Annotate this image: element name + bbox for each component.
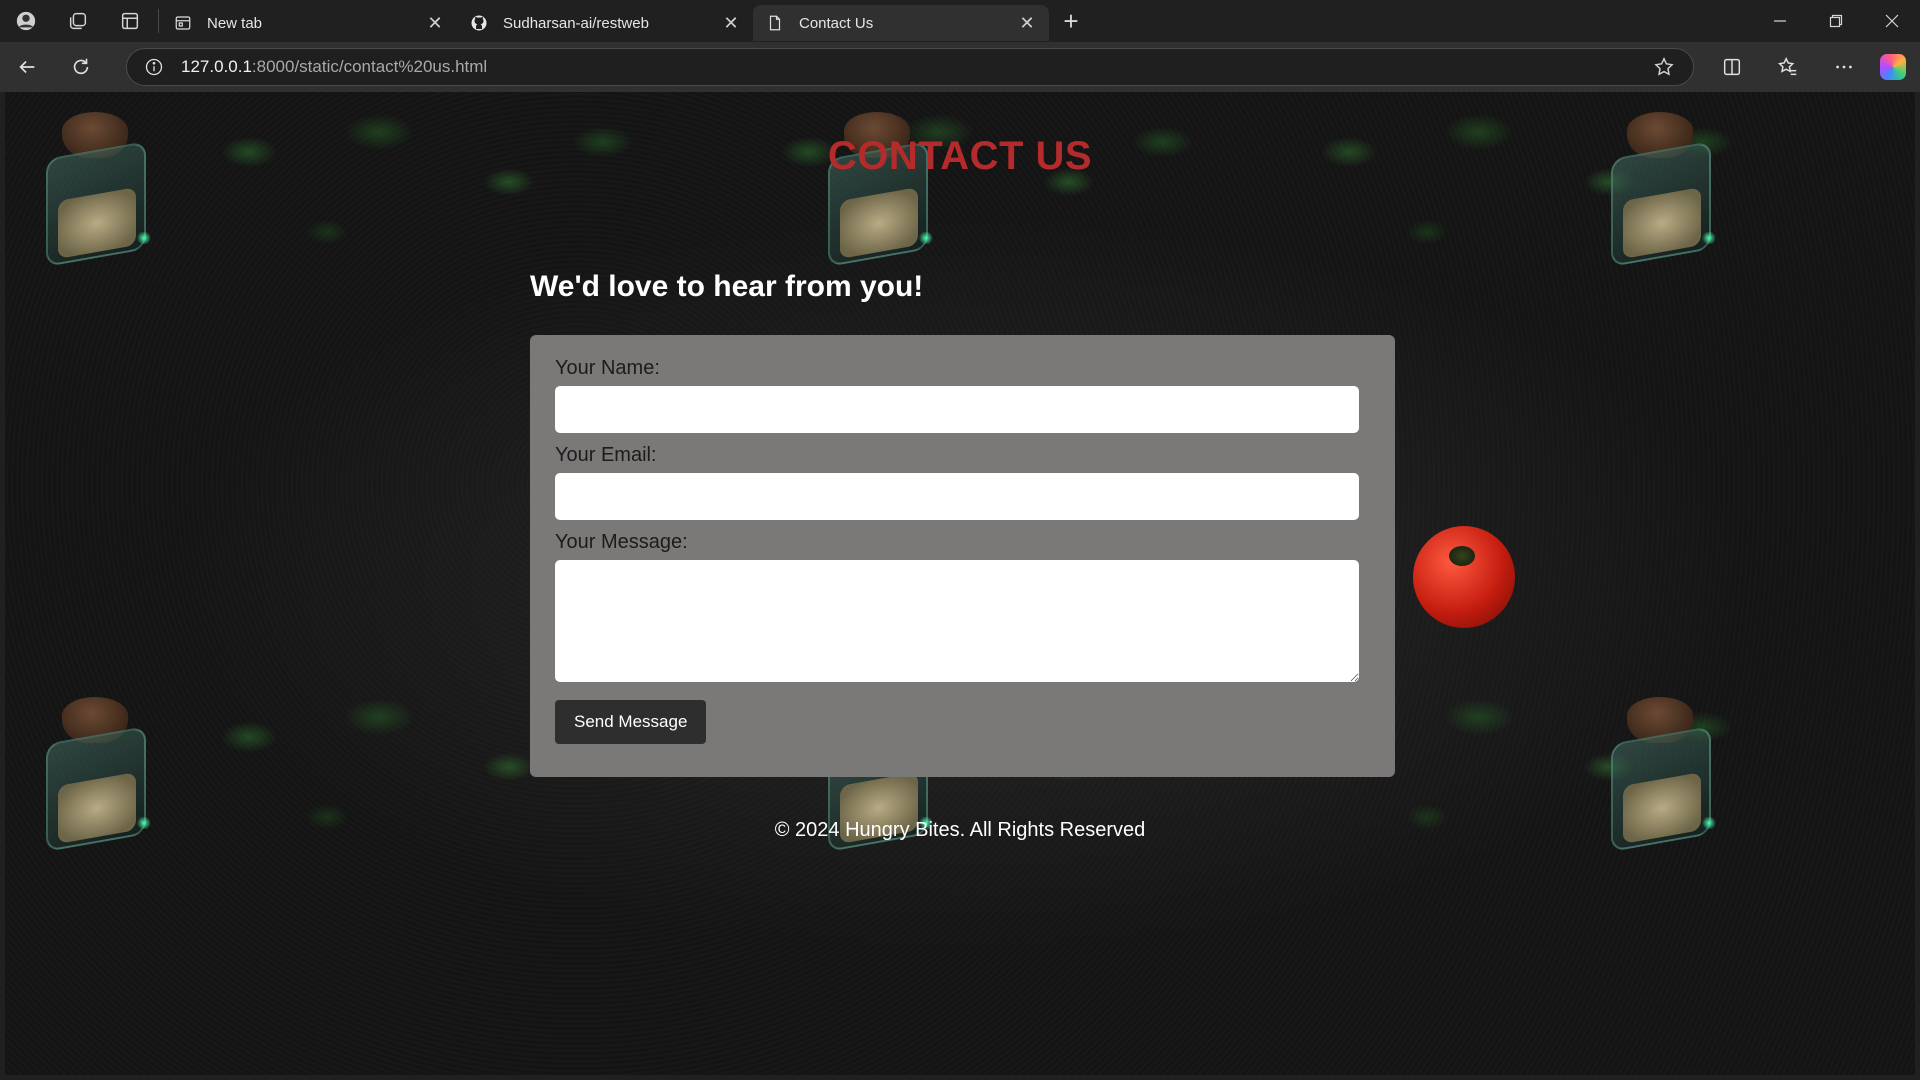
close-tab-icon[interactable]: ✕ xyxy=(721,13,741,33)
github-icon xyxy=(469,13,489,33)
send-message-button[interactable]: Send Message xyxy=(555,700,707,744)
name-field[interactable] xyxy=(555,386,1359,433)
background-leaves xyxy=(145,92,665,292)
name-label: Your Name: xyxy=(555,357,660,379)
tab-title: Sudharsan-ai/restweb xyxy=(503,14,649,32)
split-screen-icon[interactable] xyxy=(1704,42,1760,92)
tab-github-restweb[interactable]: Sudharsan-ai/restweb ✕ xyxy=(457,5,753,41)
contact-form: Your Name: Your Email: Your Message: Sen… xyxy=(530,335,1395,777)
close-tab-icon[interactable]: ✕ xyxy=(1017,13,1037,33)
message-field[interactable] xyxy=(555,560,1359,682)
new-tab-button[interactable]: + xyxy=(1049,0,1093,42)
tab-new-tab[interactable]: New tab ✕ xyxy=(161,5,457,41)
email-field[interactable] xyxy=(555,473,1359,520)
copilot-icon[interactable] xyxy=(1880,54,1906,80)
toolbar-right-group xyxy=(1704,42,1920,92)
url-path: :8000/static/contact%20us.html xyxy=(251,57,488,76)
vertical-tabs-icon[interactable] xyxy=(104,0,156,42)
tab-title: New tab xyxy=(207,14,263,32)
close-tab-icon[interactable]: ✕ xyxy=(425,13,445,33)
tomato-image xyxy=(1413,526,1515,628)
favorite-star-icon[interactable] xyxy=(1653,56,1675,78)
restore-icon[interactable] xyxy=(1808,0,1864,42)
email-label: Your Email: xyxy=(555,444,657,466)
tab-separator xyxy=(158,9,159,33)
back-arrow-icon[interactable] xyxy=(0,42,54,92)
message-label: Your Message: xyxy=(555,531,688,553)
profile-avatar-icon[interactable] xyxy=(0,0,52,42)
background-leaves xyxy=(705,92,1225,292)
close-window-icon[interactable] xyxy=(1864,0,1920,42)
page-subtitle: We'd love to hear from you! xyxy=(530,270,924,303)
workspaces-icon[interactable] xyxy=(52,0,104,42)
page-viewport: CONTACT US We'd love to hear from you! Y… xyxy=(5,92,1915,1075)
address-bar[interactable]: 127.0.0.1:8000/static/contact%20us.html xyxy=(126,48,1694,86)
page-title: CONTACT US xyxy=(827,134,1093,178)
url-host: 127.0.0.1 xyxy=(181,57,252,76)
window-controls xyxy=(1752,0,1920,42)
more-options-icon[interactable] xyxy=(1816,42,1872,92)
newtab-page-icon xyxy=(173,13,193,33)
page-footer: © 2024 Hungry Bites. All Rights Reserved xyxy=(774,819,1146,841)
browser-tab-strip: New tab ✕ Sudharsan-ai/restweb ✕ Contact… xyxy=(0,0,1920,42)
address-url: 127.0.0.1:8000/static/contact%20us.html xyxy=(181,57,487,77)
tab-title: Contact Us xyxy=(799,14,874,32)
minimize-icon[interactable] xyxy=(1752,0,1808,42)
site-info-icon[interactable] xyxy=(143,56,165,78)
browser-toolbar: 127.0.0.1:8000/static/contact%20us.html xyxy=(0,42,1920,92)
document-icon xyxy=(765,13,785,33)
favorites-icon[interactable] xyxy=(1760,42,1816,92)
tab-contact-us[interactable]: Contact Us ✕ xyxy=(753,5,1049,41)
refresh-icon[interactable] xyxy=(54,42,108,92)
